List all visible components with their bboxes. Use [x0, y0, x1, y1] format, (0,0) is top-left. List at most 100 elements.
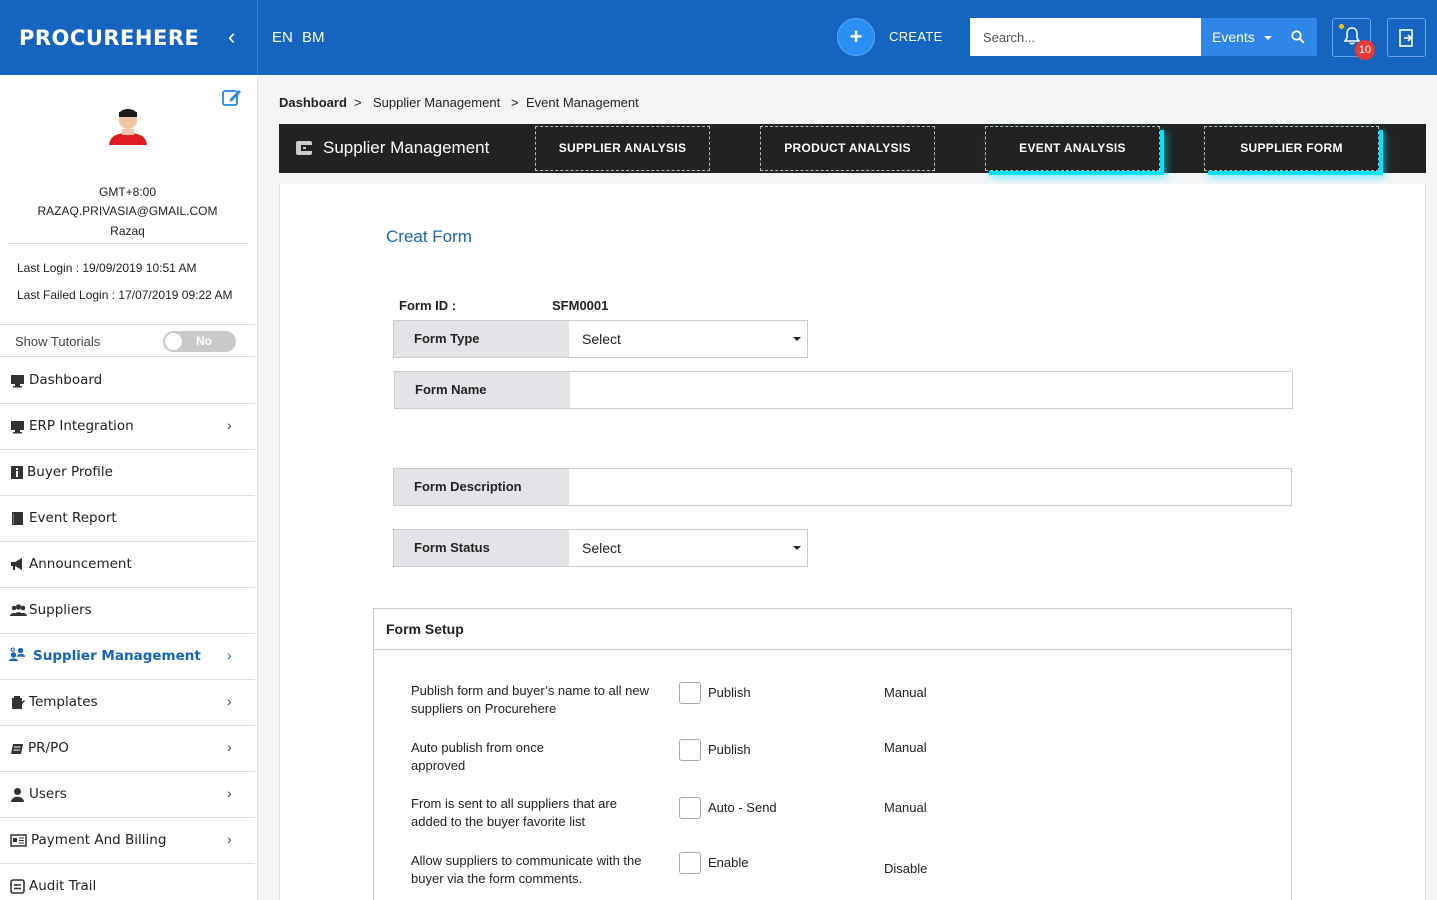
setup-option-mode: Manual: [884, 685, 927, 700]
wallet-icon: [296, 141, 312, 155]
chevron-right-icon: ›: [227, 785, 232, 801]
toggle-state: No: [196, 334, 212, 348]
breadcrumb-supplier-management[interactable]: Supplier Management: [373, 95, 500, 110]
last-failed-login: Last Failed Login : 17/07/2019 09:22 AM: [17, 288, 233, 302]
auto-publish-checkbox[interactable]: [679, 739, 701, 761]
search-icon: [1291, 30, 1305, 44]
profile-name: Razaq: [110, 224, 145, 238]
sidebar-item-users[interactable]: Users ›: [0, 772, 255, 818]
caret-down-icon: [1263, 36, 1272, 41]
brand-area: PROCUREHERE ‹: [0, 0, 258, 75]
avatar: [109, 109, 147, 145]
breadcrumb-event-management: Event Management: [526, 95, 639, 110]
form-type-label: Form Type: [394, 321, 569, 357]
language-en[interactable]: EN: [272, 29, 293, 46]
notifications-button[interactable]: 10: [1332, 18, 1375, 60]
tab-event-analysis[interactable]: EVENT ANALYSIS: [985, 126, 1160, 171]
sidebar-item-supplier-management[interactable]: Supplier Management ›: [0, 634, 255, 680]
breadcrumb-dashboard[interactable]: Dashboard: [279, 95, 347, 110]
user-icon: [11, 788, 24, 802]
chevron-right-icon: ›: [227, 831, 232, 847]
language-bm[interactable]: BM: [302, 29, 325, 46]
divider: [8, 243, 248, 244]
notification-count-badge: 10: [1355, 40, 1375, 60]
sidebar-item-audit-trail[interactable]: Audit Trail: [0, 864, 255, 900]
sidebar-item-buyer-profile[interactable]: Buyer Profile: [0, 450, 255, 496]
sidebar-item-label: Audit Trail: [29, 878, 97, 894]
form-description-field[interactable]: Form Description: [393, 468, 1292, 506]
setup-option-text: Auto publish from once approved: [411, 740, 544, 773]
form-status-select[interactable]: Form Status Select: [393, 529, 808, 567]
profile-email: RAZAQ.PRIVASIA@GMAIL.COM: [37, 204, 218, 218]
form-status-value: Select: [582, 540, 621, 556]
megaphone-icon: [11, 558, 22, 570]
search-input[interactable]: [970, 18, 1201, 56]
caret-down-icon: [793, 337, 801, 341]
document-icon: [11, 744, 23, 754]
setup-option-text: Publish form and buyer’s name to all new…: [411, 683, 649, 716]
form-description-label: Form Description: [394, 469, 569, 505]
top-navbar: PROCUREHERE ‹ EN BM + CREATE Events 10: [0, 0, 1437, 75]
sidebar-item-suppliers[interactable]: Suppliers: [0, 588, 255, 634]
show-tutorials-toggle[interactable]: No: [163, 331, 236, 352]
auto-send-checkbox[interactable]: [679, 797, 701, 819]
sidebar-item-dashboard[interactable]: Dashboard: [0, 358, 255, 404]
enable-comments-checkbox[interactable]: [679, 852, 701, 874]
last-login: Last Login : 19/09/2019 10:51 AM: [17, 261, 197, 275]
users-icon: [10, 604, 27, 616]
sidebar-item-label: Users: [29, 786, 67, 802]
chevron-right-icon: ›: [227, 647, 232, 663]
collapse-sidebar-icon[interactable]: ‹: [228, 24, 235, 50]
page-title: Creat Form: [386, 227, 472, 246]
sidebar-item-announcement[interactable]: Announcement: [0, 542, 255, 588]
sidebar-item-templates[interactable]: Templates ›: [0, 680, 255, 726]
show-tutorials-label: Show Tutorials: [15, 334, 101, 349]
sidebar-item-payment-billing[interactable]: Payment And Billing ›: [0, 818, 255, 864]
sidebar-item-label: Supplier Management: [33, 648, 201, 664]
search-scope-label: Events: [1212, 29, 1255, 45]
form-name-field[interactable]: Form Name: [394, 371, 1293, 409]
sidebar-item-pr-po[interactable]: PR/PO ›: [0, 726, 255, 772]
form-type-select[interactable]: Form Type Select: [393, 320, 808, 358]
setup-option-check-label: Publish: [708, 685, 751, 700]
sidebar-item-label: Event Report: [29, 510, 117, 526]
form-id-value: SFM0001: [552, 298, 609, 313]
brand-logo[interactable]: PROCUREHERE: [19, 26, 199, 50]
tab-supplier-form[interactable]: SUPPLIER FORM: [1204, 126, 1379, 171]
show-tutorials-row: Show Tutorials No: [0, 324, 255, 357]
logout-button[interactable]: [1387, 18, 1426, 57]
edit-profile-icon[interactable]: [221, 87, 243, 107]
sidebar-item-erp-integration[interactable]: ERP Integration ›: [0, 404, 255, 450]
chevron-right-icon: ›: [227, 739, 232, 755]
form-status-label: Form Status: [394, 530, 569, 566]
sidebar-item-label: Announcement: [29, 556, 132, 572]
create-label[interactable]: CREATE: [889, 29, 943, 44]
form-setup-section: Form Setup Publish form and buyer’s name…: [373, 608, 1292, 900]
create-plus-button[interactable]: +: [837, 18, 875, 56]
tab-product-analysis[interactable]: PRODUCT ANALYSIS: [760, 126, 935, 171]
tab-supplier-analysis[interactable]: SUPPLIER ANALYSIS: [535, 126, 710, 171]
setup-option-check-label: Enable: [708, 855, 749, 870]
monitor-icon: [11, 421, 24, 434]
profile-timezone: GMT+8:00: [98, 185, 157, 199]
audit-icon: [10, 879, 25, 894]
monitor-icon: [11, 375, 24, 388]
search-scope-dropdown[interactable]: Events: [1201, 18, 1279, 56]
supplier-management-icon: [9, 647, 25, 662]
setup-option-mode: Manual: [884, 800, 927, 815]
sidebar-item-label: Dashboard: [29, 372, 103, 388]
logout-icon: [1399, 29, 1413, 47]
chevron-right-icon: ›: [227, 417, 232, 433]
sidebar-item-label: ERP Integration: [29, 418, 134, 434]
search-button[interactable]: [1279, 18, 1317, 56]
form-setup-title: Form Setup: [374, 609, 1291, 650]
form-type-value: Select: [582, 331, 621, 347]
publish-new-suppliers-checkbox[interactable]: [679, 682, 701, 704]
toggle-knob: [165, 333, 182, 350]
setup-option-text: From is sent to all suppliers that are a…: [411, 796, 617, 829]
setup-option-check-label: Auto - Send: [708, 800, 777, 815]
module-title: Supplier Management: [323, 138, 490, 157]
setup-option-text: Allow suppliers to communicate with the …: [411, 853, 642, 886]
sidebar-item-event-report[interactable]: Event Report: [0, 496, 255, 542]
caret-down-icon: [793, 546, 801, 550]
